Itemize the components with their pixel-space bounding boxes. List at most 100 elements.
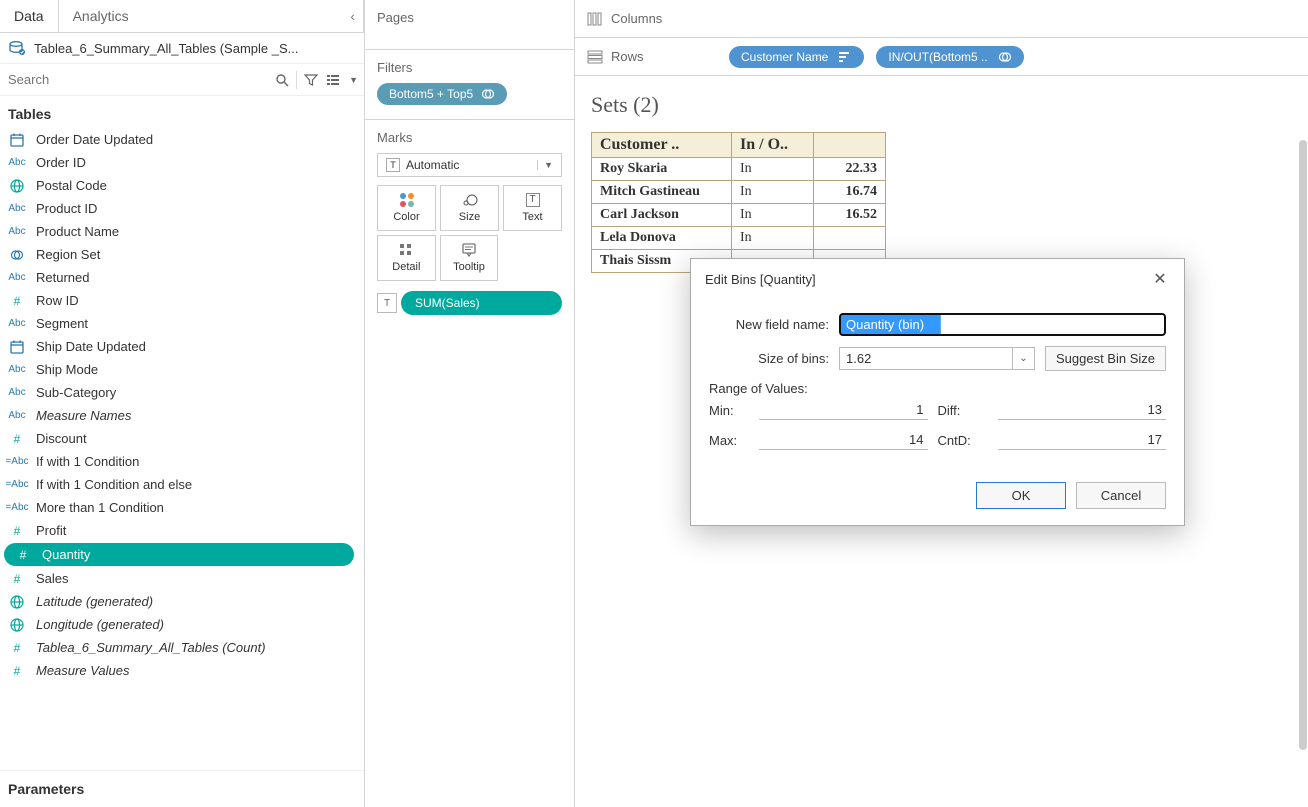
new-field-label: New field name: [709,317,829,332]
field-item-if-with-1-condition-and-else[interactable]: =Abc If with 1 Condition and else [0,473,364,496]
scrollbar-thumb[interactable] [1299,140,1307,750]
field-item-product-id[interactable]: AbcProduct ID [0,197,364,220]
cell-name: Carl Jackson [592,204,732,227]
chevron-down-icon: ▼ [537,160,553,170]
tab-data[interactable]: Data [0,0,59,32]
field-label: Region Set [36,247,100,262]
field-item-tablea-6-summary-all-tables-count-[interactable]: #Tablea_6_Summary_All_Tables (Count) [0,636,364,659]
filter-pill[interactable]: Bottom5 + Top5 [377,83,507,105]
field-item-if-with-1-condition[interactable]: =AbcIf with 1 Condition [0,450,364,473]
row-pill-inout-label: IN/OUT(Bottom5 .. [888,50,987,64]
cell-inout: In [732,204,814,227]
row-pill-inout[interactable]: IN/OUT(Bottom5 .. [876,46,1023,68]
field-label: More than 1 Condition [36,500,164,515]
set-icon [998,50,1012,64]
field-item-ship-mode[interactable]: AbcShip Mode [0,358,364,381]
field-item-ship-date-updated[interactable]: Ship Date Updated [0,335,364,358]
field-label: Ship Mode [36,362,98,377]
cell-value [814,227,886,250]
field-item-row-id[interactable]: #Row ID [0,289,364,312]
field-item-sub-category[interactable]: AbcSub-Category [0,381,364,404]
marks-title: Marks [377,130,562,145]
tab-analytics[interactable]: Analytics ‹ [59,0,364,32]
dropdown-caret-icon[interactable]: ▼ [349,75,358,85]
view-mode-icon[interactable] [325,72,341,88]
mark-btn-text[interactable]: T Text [503,185,562,231]
close-icon[interactable]: ✕ [1150,269,1170,289]
field-item-product-name[interactable]: Abc Product Name [0,220,364,243]
cell-name: Mitch Gastineau [592,181,732,204]
ok-button[interactable]: OK [976,482,1066,509]
date-icon [8,133,26,147]
field-label: If with 1 Condition and else [36,477,192,492]
field-label: Sales [36,571,69,586]
dialog-title: Edit Bins [Quantity] [705,272,816,287]
field-item-region-set[interactable]: Region Set [0,243,364,266]
abc-icon: Abc [8,410,26,421]
filters-shelf-title: Filters [377,60,562,75]
rows-icon [587,50,603,64]
field-item-postal-code[interactable]: Postal Code [0,174,364,197]
max-label: Max: [709,433,749,448]
chevron-left-icon[interactable]: ‹ [350,8,355,24]
cntd-value: 17 [998,430,1167,450]
col-header-customer[interactable]: Customer .. [592,133,732,158]
field-item-latitude-generated-[interactable]: Latitude (generated) [0,590,364,613]
mark-btn-size[interactable]: Size [440,185,499,231]
calc-icon: =Abc [8,456,26,467]
field-item-profit[interactable]: #Profit [0,519,364,542]
marks-type-dropdown[interactable]: T Automatic ▼ [377,153,562,177]
abc-icon: Abc [8,226,26,237]
field-item-returned[interactable]: AbcReturned [0,266,364,289]
field-item-order-id[interactable]: AbcOrder ID [0,151,364,174]
range-title: Range of Values: [709,381,1166,396]
col-header-inout[interactable]: In / O.. [732,133,814,158]
diff-value: 13 [998,400,1167,420]
table-row[interactable]: Roy SkariaIn22.33 [592,158,886,181]
mark-btn-color[interactable]: Color [377,185,436,231]
hash-icon: # [8,294,26,308]
search-icon[interactable] [274,72,290,88]
field-label: Order ID [36,155,86,170]
calc-icon: =Abc [8,479,26,490]
mark-btn-tooltip[interactable]: Tooltip [440,235,499,281]
table-row[interactable]: Lela DonovaIn [592,227,886,250]
sort-icon [838,51,852,63]
size-bins-select[interactable]: 1.62 ⌄ [839,347,1035,370]
suggest-bin-size-button[interactable]: Suggest Bin Size [1045,346,1166,371]
globe-icon [8,595,26,609]
mark-btn-detail[interactable]: Detail [377,235,436,281]
field-item-quantity[interactable]: #Quantity [4,543,354,566]
filter-icon[interactable] [303,72,319,88]
edit-bins-dialog: Edit Bins [Quantity] ✕ New field name: S… [690,258,1185,526]
field-item-measure-names[interactable]: AbcMeasure Names [0,404,364,427]
text-pill[interactable]: SUM(Sales) [401,291,562,315]
field-label: Discount [36,431,87,446]
field-item-discount[interactable]: #Discount [0,427,364,450]
col-header-value[interactable] [814,133,886,158]
field-label: Latitude (generated) [36,594,153,609]
field-item-segment[interactable]: AbcSegment [0,312,364,335]
globe-icon [8,618,26,632]
scrollbar[interactable] [1298,140,1308,760]
field-item-order-date-updated[interactable]: Order Date Updated [0,128,364,151]
field-label: Product Name [36,224,119,239]
field-item-longitude-generated-[interactable]: Longitude (generated) [0,613,364,636]
field-label: Sub-Category [36,385,116,400]
chevron-down-icon[interactable]: ⌄ [1012,348,1034,369]
table-row[interactable]: Mitch GastineauIn16.74 [592,181,886,204]
field-item-measure-values[interactable]: #Measure Values [0,659,364,682]
field-item-more-than-1-condition[interactable]: =AbcMore than 1 Condition [0,496,364,519]
new-field-input[interactable] [839,313,1166,336]
field-list: Order Date UpdatedAbcOrder IDPostal Code… [0,128,364,770]
globe-icon [8,179,26,193]
datasource-name: Tablea_6_Summary_All_Tables (Sample _S..… [34,41,298,56]
row-pill-customer[interactable]: Customer Name [729,46,864,68]
search-input[interactable] [6,68,268,91]
datasource-row[interactable]: Tablea_6_Summary_All_Tables (Sample _S..… [0,33,364,64]
cell-inout: In [732,158,814,181]
cancel-button[interactable]: Cancel [1076,482,1166,509]
field-label: Returned [36,270,89,285]
field-item-sales[interactable]: #Sales [0,567,364,590]
table-row[interactable]: Carl JacksonIn16.52 [592,204,886,227]
